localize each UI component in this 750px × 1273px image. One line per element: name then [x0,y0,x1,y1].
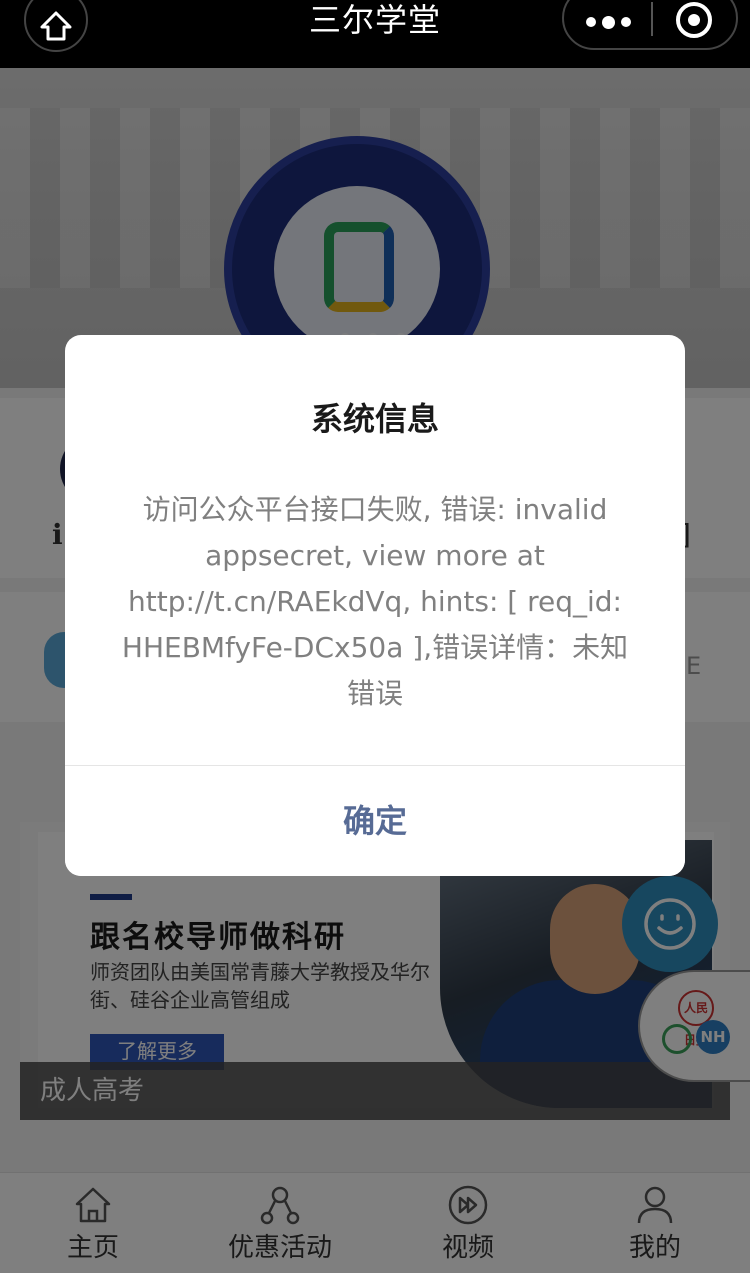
mini-program-capsule [562,0,738,50]
more-dots-icon [585,17,596,27]
more-button[interactable] [564,2,652,42]
dialog-message: 访问公众平台接口失败, 错误: invalid appsecret, view … [121,493,629,710]
dialog-title: 系统信息 [310,400,439,438]
target-close-icon[interactable] [676,2,712,38]
capsule-divider [651,2,653,36]
confirm-button[interactable]: 确定 [65,766,685,876]
top-navigation-bar: 三尔学堂 [0,0,750,68]
system-info-dialog: 系统信息 访问公众平台接口失败, 错误: invalid appsecret, … [65,335,685,876]
